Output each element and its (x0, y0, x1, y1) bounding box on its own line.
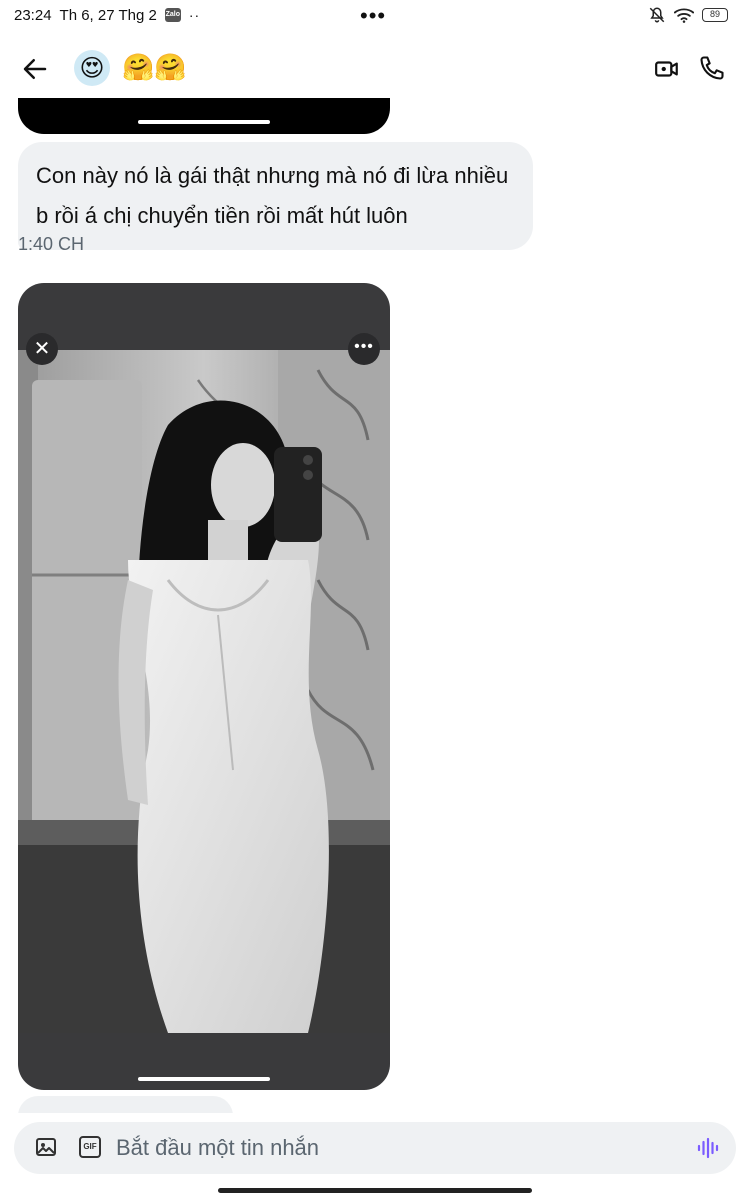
message-list[interactable]: Con này nó là gái thật nhưng mà nó đi lừ… (0, 98, 750, 1113)
media-card[interactable]: ✕ ••• (18, 283, 390, 1090)
video-call-button[interactable] (654, 56, 680, 82)
voice-call-button[interactable] (698, 54, 726, 82)
more-notifications-icon: ·· (188, 7, 201, 23)
home-indicator[interactable] (218, 1188, 532, 1193)
zalo-notification-icon: Zalo (164, 8, 181, 22)
status-bar: 23:24 Th 6, 27 Thg 2 Zalo ·· ••• 89 (0, 0, 750, 30)
status-time: 23:24 (14, 6, 52, 24)
media-more-button[interactable]: ••• (348, 333, 380, 365)
voice-wave-icon (697, 1137, 719, 1159)
image-icon (36, 1138, 56, 1156)
photo-illustration (18, 350, 390, 1033)
previous-media-card[interactable] (18, 98, 390, 134)
media-handle (138, 1077, 270, 1081)
mute-bell-icon (649, 7, 665, 23)
wifi-icon (674, 8, 694, 23)
message-text: Con này nó là gái thật nhưng mà nó đi lừ… (36, 163, 509, 228)
avatar[interactable]: 😍 (74, 50, 110, 86)
battery-icon: 89 (702, 8, 728, 22)
status-more-dots: ••• (360, 3, 387, 28)
media-close-button[interactable]: ✕ (26, 333, 58, 365)
media-handle (138, 120, 270, 124)
gif-button[interactable]: GIF (79, 1136, 101, 1158)
photo[interactable] (18, 350, 390, 1033)
voice-message-button[interactable] (696, 1136, 720, 1160)
phone-icon (700, 56, 724, 80)
chat-header: 😍 🤗🤗 (0, 40, 750, 96)
next-message-bubble[interactable] (18, 1096, 233, 1113)
message-bubble[interactable]: Con này nó là gái thật nhưng mà nó đi lừ… (18, 142, 533, 250)
message-time: 1:40 CH (18, 234, 85, 254)
video-camera-icon (655, 61, 678, 77)
status-date: Th 6, 27 Thg 2 (59, 6, 157, 24)
attach-image-button[interactable] (34, 1135, 58, 1159)
status-left: 23:24 Th 6, 27 Thg 2 Zalo ·· (14, 7, 200, 24)
message-input[interactable] (116, 1132, 676, 1164)
arrow-left-icon (23, 59, 47, 79)
status-right: 89 (648, 6, 728, 24)
avatar-emoji: 😍 (79, 54, 105, 82)
message-composer: GIF (14, 1122, 736, 1174)
back-button[interactable] (20, 54, 50, 84)
conversation-title[interactable]: 🤗🤗 (122, 52, 187, 82)
